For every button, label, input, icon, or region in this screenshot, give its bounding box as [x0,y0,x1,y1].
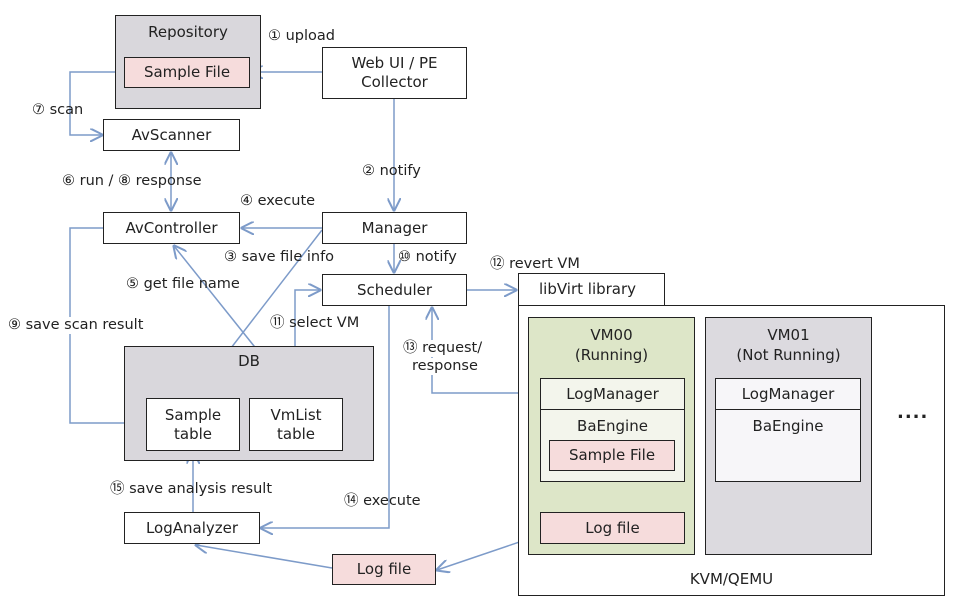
loganalyzer-node: LogAnalyzer [124,512,260,544]
label-notify-scheduler: ⑩ notify [398,249,457,265]
repository-title: Repository [148,23,228,41]
label-notify-manager: ② notify [362,163,421,179]
vm00-status: (Running) [574,346,649,364]
avscanner-node: AvScanner [103,119,240,151]
label-execute-loganalyzer: ⑭ execute [344,493,421,509]
scheduler-node: Scheduler [322,274,467,306]
libvirt-library: libVirt library [518,273,665,306]
edge-logfile-loganalyzer [196,545,333,569]
label-request: ⑬ request/ [403,340,483,357]
sample-table: Sample table [146,398,240,451]
label-scan: ⑦ scan [32,102,84,118]
repo-sample-file: Sample File [124,57,250,88]
vm01-status: (Not Running) [736,346,841,364]
vm00-log-file: Log file [540,512,685,544]
db-title: DB [238,352,260,370]
label-save-file-info: ③ save file info [224,249,335,265]
manager-node: Manager [322,212,467,244]
label-select-vm: ⑪ select VM [270,315,360,331]
label-get-file-name: ⑤ get file name [126,276,240,292]
vm00-baengine-label: BaEngine [577,417,648,435]
kvm-title: KVM/QEMU [689,570,774,588]
log-file-output: Log file [332,554,436,585]
label-save-analysis-result: ⑮ save analysis result [110,481,272,497]
label-upload: ① upload [268,28,335,44]
vmlist-table: VmList table [249,398,343,451]
label-run-response: ⑥ run / ⑧ response [62,173,202,189]
label-response: response [412,358,478,375]
vm01-name: VM01 [767,326,810,344]
vm00-sample-file: Sample File [549,440,675,471]
more-vms-ellipsis: .... [897,402,929,423]
vm01-baengine: BaEngine [715,408,861,482]
vm01-baengine-label: BaEngine [752,417,824,435]
architecture-diagram: Repository Sample File Web UI / PE Colle… [0,0,956,606]
vm00-name: VM00 [590,326,633,344]
label-revert-vm: ⑫ revert VM [490,256,580,272]
web-ui-node: Web UI / PE Collector [322,47,467,99]
label-execute-avcontroller: ④ execute [240,193,316,209]
avcontroller-node: AvController [103,212,240,244]
vm01-logmanager: LogManager [715,378,861,410]
vm00-logmanager: LogManager [540,378,685,410]
label-save-scan-result: ⑨ save scan result [8,317,144,334]
